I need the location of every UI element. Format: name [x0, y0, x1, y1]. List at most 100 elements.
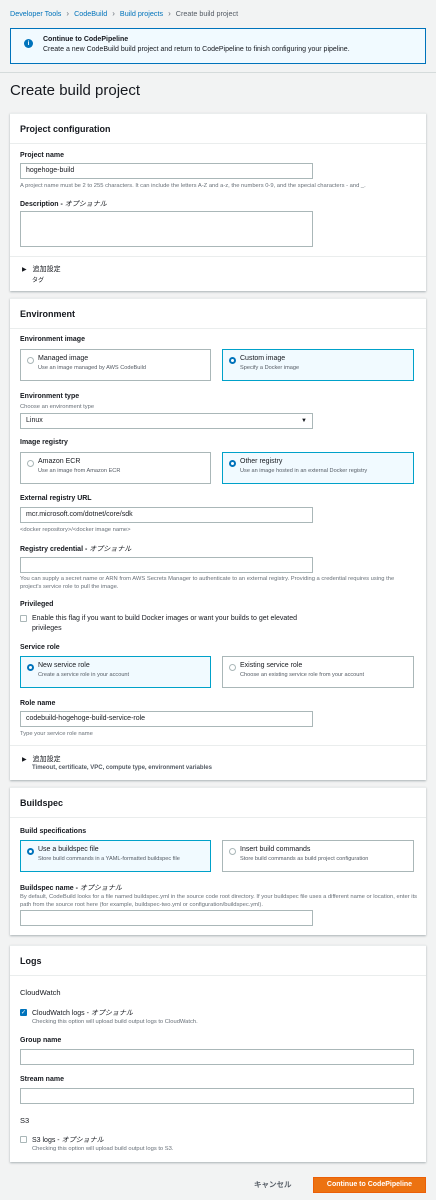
option-desc: Use an image from Amazon ECR [38, 468, 121, 474]
option-desc: Use an image managed by AWS CodeBuild [38, 365, 146, 371]
buildspec-name-hint: By default, CodeBuild looks for a file n… [20, 894, 418, 909]
environment-image-label: Environment image [20, 336, 85, 343]
insert-build-commands-option[interactable]: Insert build commands Store build comman… [222, 840, 414, 872]
page-title: Create build project [10, 82, 141, 99]
divider [10, 745, 426, 746]
option-title: Managed image [38, 355, 89, 362]
info-flashbar: i Continue to CodePipeline Create a new … [10, 28, 426, 64]
other-registry-option[interactable]: Other registry Use an image hosted in an… [222, 452, 414, 484]
radio [27, 460, 34, 467]
continue-to-codepipeline-button[interactable]: Continue to CodePipeline [313, 1177, 426, 1193]
radio [27, 357, 34, 364]
breadcrumb-build-projects[interactable]: Build projects [120, 9, 163, 18]
environment-panel: Environment Environment image Managed im… [10, 298, 426, 780]
cloudwatch-logs-label: CloudWatch logs - オプショナル [32, 1010, 133, 1017]
panel-header: Logs [10, 946, 426, 976]
flash-message: Create a new CodeBuild build project and… [43, 46, 350, 53]
breadcrumb: Developer Tools › CodeBuild › Build proj… [10, 9, 238, 18]
managed-image-option[interactable]: Managed image Use an image managed by AW… [20, 349, 211, 381]
group-name-input[interactable] [20, 1049, 414, 1065]
option-desc: Specify a Docker image [240, 365, 300, 371]
caret-down-icon: ▼ [301, 418, 307, 424]
caret-right-icon: ▶ [22, 267, 27, 273]
radio [27, 848, 34, 855]
additional-config-label: 追加設定 [32, 266, 61, 273]
buildspec-name-label: Buildspec name - オプショナル [20, 885, 122, 892]
environment-additional-config-toggle[interactable]: ▶ 追加設定 [22, 754, 61, 764]
cancel-button[interactable]: キャンセル [254, 1179, 292, 1190]
option-desc: Use an image hosted in an external Docke… [240, 468, 368, 474]
custom-image-option[interactable]: Custom image Specify a Docker image [222, 349, 414, 381]
option-desc: Store build commands as build project co… [240, 856, 369, 862]
option-desc: Create a service role in your account [38, 672, 130, 678]
registry-credential-hint: You can supply a secret name or ARN from… [20, 576, 395, 591]
registry-credential-input[interactable] [20, 557, 313, 573]
build-specifications-label: Build specifications [20, 828, 87, 835]
project-name-label: Project name [20, 152, 64, 159]
additional-config-sub: Timeout, certificate, VPC, compute type,… [32, 765, 212, 771]
breadcrumb-codebuild[interactable]: CodeBuild [74, 9, 107, 18]
project-name-hint: A project name must be 2 to 255 characte… [20, 183, 366, 189]
option-title: Existing service role [240, 662, 303, 669]
existing-service-role-option[interactable]: Existing service role Choose an existing… [222, 656, 414, 688]
caret-right-icon: ▶ [22, 757, 27, 763]
privileged-checkbox[interactable] [20, 615, 27, 622]
radio [229, 357, 236, 364]
buildspec-name-input[interactable] [20, 910, 313, 926]
flash-title: Continue to CodePipeline [43, 36, 129, 43]
option-title: Insert build commands [240, 846, 311, 853]
cloudwatch-logs-checkbox[interactable]: ✓ [20, 1009, 27, 1016]
new-service-role-option[interactable]: New service role Create a service role i… [20, 656, 211, 688]
external-registry-url-input[interactable]: mcr.microsoft.com/dotnet/core/sdk [20, 507, 313, 523]
project-configuration-panel: Project configuration Project name hogeh… [10, 113, 426, 291]
s3-logs-label: S3 logs - オプショナル [32, 1137, 104, 1144]
s3-logs-checkbox[interactable] [20, 1136, 27, 1143]
s3-logs-desc: Checking this option will upload build o… [32, 1146, 174, 1152]
radio [229, 664, 236, 671]
role-name-hint: Type your service role name [20, 731, 93, 737]
image-registry-label: Image registry [20, 439, 68, 446]
stream-name-input[interactable] [20, 1088, 414, 1104]
option-desc: Choose an existing service role from you… [240, 672, 365, 678]
environment-type-select[interactable]: Linux ▼ [20, 413, 313, 429]
description-label: Description - オプショナル [20, 201, 107, 208]
s3-section-label: S3 [20, 1116, 30, 1125]
use-buildspec-file-option[interactable]: Use a buildspec file Store build command… [20, 840, 211, 872]
registry-credential-label: Registry credential - オプショナル [20, 546, 132, 553]
panel-header: Project configuration [10, 114, 426, 144]
service-role-label: Service role [20, 644, 60, 651]
additional-config-label: 追加設定 [32, 756, 61, 763]
chevron-right-icon: › [168, 9, 171, 18]
chevron-right-icon: › [66, 9, 70, 18]
role-name-label: Role name [20, 700, 56, 707]
additional-config-sub: タグ [32, 278, 45, 284]
description-textarea[interactable] [20, 211, 313, 247]
environment-type-hint: Choose an environment type [20, 404, 95, 410]
external-registry-url-hint: <docker repository>/<docker image name> [20, 527, 131, 533]
role-name-input[interactable]: codebuild-hogehoge-build-service-role [20, 711, 313, 727]
radio [229, 848, 236, 855]
project-name-input[interactable]: hogehoge-build [20, 163, 313, 179]
chevron-right-icon: › [112, 9, 115, 18]
panel-header: Environment [10, 299, 426, 329]
info-icon: i [24, 39, 33, 48]
privileged-text: Enable this flag if you want to build Do… [32, 615, 297, 633]
radio [229, 460, 236, 467]
radio [27, 664, 34, 671]
option-title: Other registry [240, 458, 283, 465]
divider [0, 72, 436, 73]
option-title: Amazon ECR [38, 458, 81, 465]
environment-type-label: Environment type [20, 393, 80, 400]
group-name-label: Group name [20, 1037, 62, 1044]
panel-header: Buildspec [10, 788, 426, 818]
additional-config-toggle[interactable]: ▶ 追加設定 [22, 264, 61, 274]
option-title: Custom image [240, 355, 286, 362]
cloudwatch-logs-desc: Checking this option will upload build o… [32, 1019, 198, 1025]
stream-name-label: Stream name [20, 1076, 64, 1083]
logs-panel: Logs CloudWatch ✓ CloudWatch logs - オプショ… [10, 945, 426, 1162]
breadcrumb-developer-tools[interactable]: Developer Tools [10, 9, 61, 18]
cloudwatch-section-label: CloudWatch [20, 988, 61, 997]
option-title: Use a buildspec file [38, 846, 99, 853]
amazon-ecr-option[interactable]: Amazon ECR Use an image from Amazon ECR [20, 452, 211, 484]
buildspec-panel: Buildspec Build specifications Use a bui… [10, 787, 426, 935]
